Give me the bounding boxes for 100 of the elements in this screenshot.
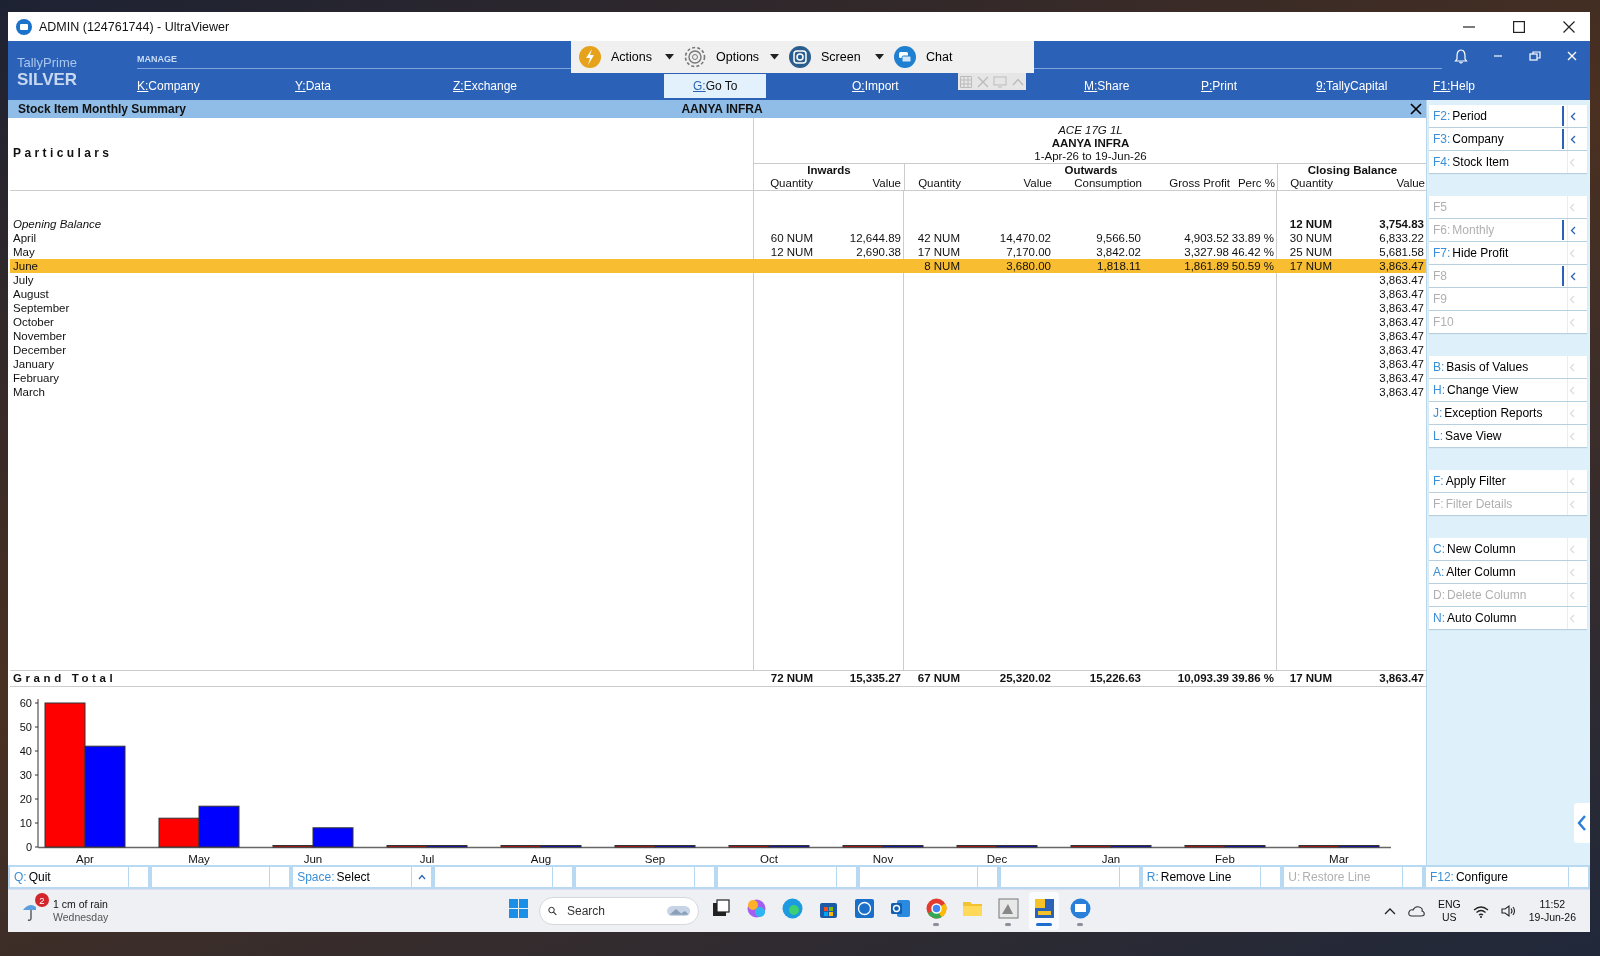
sidebar-button[interactable]: J: Exception Reports	[1429, 402, 1587, 424]
axis-label: 30	[19, 769, 32, 781]
table-row[interactable]: November 3,863.47	[10, 329, 1426, 343]
axis-label: Jan	[1101, 853, 1121, 865]
stock-item-name: ACE 17G 1L	[1058, 124, 1123, 137]
table-row[interactable]: Opening Balance 12 NUM 3,754.83	[10, 217, 1426, 231]
column-header: Value	[871, 177, 902, 190]
table-cell-text: 17 NUM	[916, 245, 961, 259]
axis-label: Apr	[76, 853, 94, 865]
table-cell-text: 7,170.00	[1005, 245, 1052, 259]
table-row[interactable]: March 3,863.47	[10, 385, 1426, 399]
language-label[interactable]: ENG	[1437, 898, 1461, 911]
table-row[interactable]: October 3,863.47	[10, 315, 1426, 329]
menu-item[interactable]: Y:Data	[266, 73, 361, 98]
bell-icon[interactable]	[1453, 48, 1468, 64]
row-label: November	[12, 329, 68, 343]
menu-item[interactable]: O:Import	[823, 73, 928, 98]
axis-label: Dec	[986, 853, 1008, 865]
report-title: Stock Item Monthly Summary	[18, 102, 188, 116]
column-header: Consumption	[1073, 177, 1143, 190]
total-cell-text: 39.86 %	[1231, 671, 1275, 686]
clock-time[interactable]: 11:52	[1539, 898, 1566, 911]
wifi-icon[interactable]	[1472, 904, 1489, 918]
picture-icon[interactable]	[995, 896, 1021, 921]
axis-label: 50	[19, 721, 32, 733]
axis-label: Aug	[530, 853, 552, 865]
table-row[interactable]: January 3,863.47	[10, 357, 1426, 371]
column-header: Quantity	[917, 177, 962, 190]
menu-item[interactable]: M:Share	[1055, 73, 1159, 98]
axis-label: Jul	[419, 853, 435, 865]
sidebar-button[interactable]: H: Change View	[1429, 379, 1587, 401]
table-cell-text: 2,690.38	[855, 245, 902, 259]
footer-button[interactable]: R: Remove Line	[1142, 867, 1281, 887]
ring-icon[interactable]	[923, 896, 949, 921]
speaker-icon[interactable]	[1500, 904, 1517, 918]
column-header: Quantity	[769, 177, 814, 190]
sidebar-button[interactable]: F7: Hide Profit	[1429, 242, 1587, 264]
table-cell-text: 12,644.89	[848, 231, 902, 245]
table-row[interactable]: August 3,863.47	[10, 287, 1426, 301]
table-cell-text: 3,863.47	[1378, 343, 1425, 357]
table-cell-text: 46.42 %	[1231, 245, 1275, 259]
axis-label: 10	[19, 817, 32, 829]
menu-item[interactable]: Z:Exchange	[424, 73, 547, 98]
search-bar[interactable]: Search	[539, 897, 699, 925]
table-cell-text: 1,818.11	[1096, 259, 1142, 273]
table-cell-text: 30 NUM	[1288, 231, 1333, 245]
column-header: Particulars	[12, 146, 114, 160]
table-row[interactable]: June 8 NUM 3,680.00 1,818.11 1,861.89 50.59 % 17 NUM 3,863.47	[10, 259, 1426, 273]
settings-icon	[684, 46, 706, 68]
table-row[interactable]: May 12 NUM 2,690.38 17 NUM 7,170.00 3,842.02 3,327.98 46.42 % 25 NUM 5,681.58	[10, 245, 1426, 259]
monitor-icon[interactable]	[1067, 896, 1093, 921]
axis-label: Oct	[760, 853, 778, 865]
total-cell-text: 3,863.47	[1378, 671, 1425, 686]
column-header: Value	[1395, 177, 1426, 190]
row-label: October	[12, 315, 55, 329]
sidebar-button[interactable]: F4: Stock Item	[1429, 151, 1587, 173]
region-label[interactable]: US	[1442, 911, 1457, 924]
table-cell-text: 3,863.47	[1378, 287, 1425, 301]
collapse-tab[interactable]	[1574, 803, 1590, 843]
column-group-header: Outwards	[1063, 164, 1119, 177]
sidebar-button[interactable]: C: New Column	[1429, 538, 1587, 560]
table-row[interactable]: December 3,863.47	[10, 343, 1426, 357]
row-label: February	[12, 371, 61, 385]
sidebar-button[interactable]: F2: Period	[1429, 105, 1587, 127]
table-cell-text: 12 NUM	[1288, 217, 1333, 231]
table-row[interactable]: April 60 NUM 12,644.89 42 NUM 14,470.02 9,566.50 4,903.52 33.89 % 30 NUM 6,833.22	[10, 231, 1426, 245]
footer-button[interactable]: F12: Configure	[1425, 867, 1588, 887]
search-input[interactable]: Search	[564, 903, 659, 919]
sidebar-button[interactable]: F: Apply Filter	[1429, 470, 1587, 492]
menu-item[interactable]: K:Company	[108, 73, 229, 98]
table-cell-text: 60 NUM	[769, 231, 814, 245]
row-label: September	[12, 301, 71, 315]
row-label: January	[12, 357, 55, 371]
maximize-icon	[1512, 20, 1525, 33]
row-label: December	[12, 343, 68, 357]
sidebar-button[interactable]: N: Auto Column	[1429, 607, 1587, 629]
footer-button[interactable]: Q: Quit	[10, 867, 148, 887]
cloud-icon[interactable]	[1407, 905, 1426, 917]
column-header: Value	[1022, 177, 1053, 190]
weather-day: Wednesday	[53, 911, 109, 924]
close-icon	[1562, 20, 1575, 33]
row-label: April	[12, 231, 37, 245]
menu-item[interactable]: P:Print	[1172, 73, 1267, 98]
table-cell-text: 4,903.52	[1183, 231, 1230, 245]
axis-label: 60	[19, 697, 32, 709]
menu-item[interactable]: G:Go To	[664, 73, 767, 98]
total-cell-text: 10,093.39	[1176, 671, 1230, 686]
clock-date[interactable]: 19-Jun-26	[1528, 911, 1576, 924]
sidebar-button[interactable]: F3: Company	[1429, 128, 1587, 150]
footer-button[interactable]: Space: Select	[293, 867, 431, 887]
table-row[interactable]: July 3,863.47	[10, 273, 1426, 287]
table-row[interactable]: February 3,863.47	[10, 371, 1426, 385]
column-header: Gross Profit	[1168, 177, 1231, 190]
caret-up-icon[interactable]	[1383, 907, 1396, 915]
sidebar-button[interactable]: A: Alter Column	[1429, 561, 1587, 583]
sidebar-button[interactable]: B: Basis of Values	[1429, 356, 1587, 378]
axis-label: Nov	[872, 853, 894, 865]
table-row[interactable]: September 3,863.47	[10, 301, 1426, 315]
sidebar-button[interactable]: L: Save View	[1429, 425, 1587, 447]
chat-icon	[894, 46, 916, 68]
